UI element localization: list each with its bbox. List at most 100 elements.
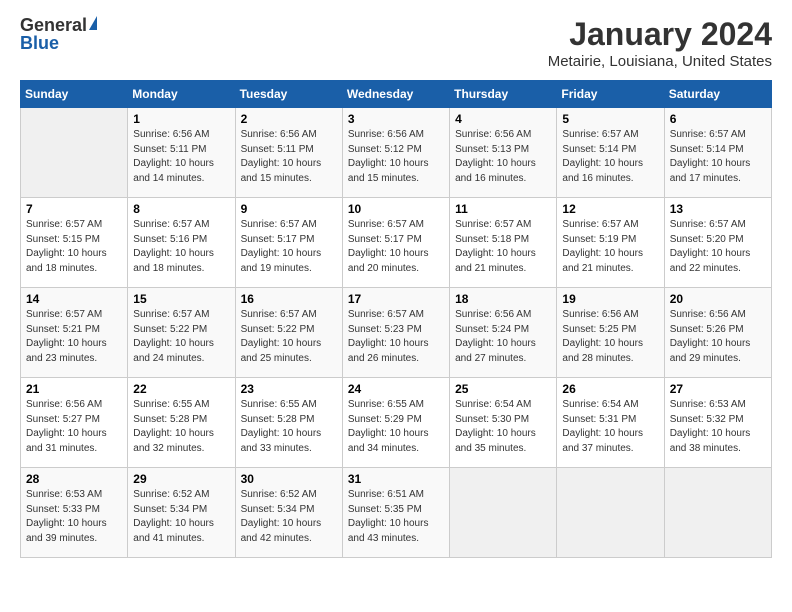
calendar-cell: 8Sunrise: 6:57 AM Sunset: 5:16 PM Daylig… bbox=[128, 198, 235, 288]
page-header: General Blue January 2024 Metairie, Loui… bbox=[20, 16, 772, 70]
day-info: Sunrise: 6:51 AM Sunset: 5:35 PM Dayligh… bbox=[348, 488, 444, 546]
day-number: 18 bbox=[455, 292, 551, 306]
day-info: Sunrise: 6:57 AM Sunset: 5:14 PM Dayligh… bbox=[670, 128, 766, 186]
calendar-cell: 22 Sunrise: 6:55 AM Sunset: 5:28 PM Dayli… bbox=[128, 378, 235, 468]
day-info: Sunrise: 6:57 AM Sunset: 5:16 PM Dayligh… bbox=[133, 218, 229, 276]
day-of-week-thursday: Thursday bbox=[450, 81, 557, 108]
calendar-cell: 7 Sunrise: 6:57 AM Sunset: 5:15 PM Daylig… bbox=[21, 198, 128, 288]
day-number: 26 bbox=[562, 382, 658, 396]
calendar-cell: 1 Sunrise: 6:56 AM Sunset: 5:11 PM Daylig… bbox=[128, 108, 235, 198]
day-number: 19 bbox=[562, 292, 658, 306]
day-number: 2 bbox=[241, 112, 337, 126]
logo-triangle-icon bbox=[89, 16, 97, 30]
day-number: 6 bbox=[670, 112, 766, 126]
day-number: 28 bbox=[26, 472, 122, 486]
calendar-cell: 9 Sunrise: 6:57 AM Sunset: 5:17 PM Daylig… bbox=[235, 198, 342, 288]
day-number: 25 bbox=[455, 382, 551, 396]
day-info: Sunrise: 6:57 AM Sunset: 5:15 PM Dayligh… bbox=[26, 218, 122, 276]
day-number: 5 bbox=[562, 112, 658, 126]
day-number: 30 bbox=[241, 472, 337, 486]
week-row-5: 28 Sunrise: 6:53 AM Sunset: 5:33 PM Dayli… bbox=[21, 468, 772, 558]
day-number: 12 bbox=[562, 202, 658, 216]
day-of-week-friday: Friday bbox=[557, 81, 664, 108]
day-number: 22 bbox=[133, 382, 229, 396]
calendar-cell: 26 Sunrise: 6:54 AM Sunset: 5:31 PM Dayli… bbox=[557, 378, 664, 468]
calendar-cell: 20Sunrise: 6:56 AM Sunset: 5:26 PM Dayli… bbox=[664, 288, 771, 378]
day-info: Sunrise: 6:57 AM Sunset: 5:14 PM Dayligh… bbox=[562, 128, 658, 186]
day-number: 13 bbox=[670, 202, 766, 216]
day-number: 10 bbox=[348, 202, 444, 216]
day-info: Sunrise: 6:54 AM Sunset: 5:31 PM Dayligh… bbox=[562, 398, 658, 456]
calendar-cell bbox=[450, 468, 557, 558]
day-number: 11 bbox=[455, 202, 551, 216]
day-number: 21 bbox=[26, 382, 122, 396]
day-number: 17 bbox=[348, 292, 444, 306]
week-row-2: 7 Sunrise: 6:57 AM Sunset: 5:15 PM Daylig… bbox=[21, 198, 772, 288]
day-info: Sunrise: 6:53 AM Sunset: 5:33 PM Dayligh… bbox=[26, 488, 122, 546]
logo-blue-text: Blue bbox=[20, 34, 59, 52]
calendar-body: 1 Sunrise: 6:56 AM Sunset: 5:11 PM Daylig… bbox=[21, 108, 772, 558]
calendar-cell bbox=[557, 468, 664, 558]
day-info: Sunrise: 6:55 AM Sunset: 5:28 PM Dayligh… bbox=[241, 398, 337, 456]
day-info: Sunrise: 6:57 AM Sunset: 5:18 PM Dayligh… bbox=[455, 218, 551, 276]
day-number: 15 bbox=[133, 292, 229, 306]
day-number: 14 bbox=[26, 292, 122, 306]
day-info: Sunrise: 6:54 AM Sunset: 5:30 PM Dayligh… bbox=[455, 398, 551, 456]
day-number: 3 bbox=[348, 112, 444, 126]
location-text: Metairie, Louisiana, United States bbox=[548, 53, 772, 70]
calendar-cell: 19 Sunrise: 6:56 AM Sunset: 5:25 PM Dayli… bbox=[557, 288, 664, 378]
calendar-header: SundayMondayTuesdayWednesdayThursdayFrid… bbox=[21, 81, 772, 108]
day-info: Sunrise: 6:55 AM Sunset: 5:29 PM Dayligh… bbox=[348, 398, 444, 456]
day-info: Sunrise: 6:56 AM Sunset: 5:24 PM Dayligh… bbox=[455, 308, 551, 366]
day-info: Sunrise: 6:52 AM Sunset: 5:34 PM Dayligh… bbox=[241, 488, 337, 546]
calendar-cell: 25 Sunrise: 6:54 AM Sunset: 5:30 PM Dayli… bbox=[450, 378, 557, 468]
calendar-cell: 13 Sunrise: 6:57 AM Sunset: 5:20 PM Dayli… bbox=[664, 198, 771, 288]
week-row-1: 1 Sunrise: 6:56 AM Sunset: 5:11 PM Daylig… bbox=[21, 108, 772, 198]
day-number: 31 bbox=[348, 472, 444, 486]
day-info: Sunrise: 6:57 AM Sunset: 5:17 PM Dayligh… bbox=[241, 218, 337, 276]
calendar-cell: 28 Sunrise: 6:53 AM Sunset: 5:33 PM Dayli… bbox=[21, 468, 128, 558]
calendar-cell: 10 Sunrise: 6:57 AM Sunset: 5:17 PM Dayli… bbox=[342, 198, 449, 288]
logo-general-text: General bbox=[20, 16, 87, 34]
calendar-cell: 14 Sunrise: 6:57 AM Sunset: 5:21 PM Dayli… bbox=[21, 288, 128, 378]
day-number: 4 bbox=[455, 112, 551, 126]
calendar-cell bbox=[664, 468, 771, 558]
calendar-cell: 15 Sunrise: 6:57 AM Sunset: 5:22 PM Dayli… bbox=[128, 288, 235, 378]
calendar-cell: 16Sunrise: 6:57 AM Sunset: 5:22 PM Dayli… bbox=[235, 288, 342, 378]
day-info: Sunrise: 6:57 AM Sunset: 5:22 PM Dayligh… bbox=[133, 308, 229, 366]
calendar-cell bbox=[21, 108, 128, 198]
calendar-cell: 11 Sunrise: 6:57 AM Sunset: 5:18 PM Dayli… bbox=[450, 198, 557, 288]
day-number: 16 bbox=[241, 292, 337, 306]
day-info: Sunrise: 6:57 AM Sunset: 5:21 PM Dayligh… bbox=[26, 308, 122, 366]
day-number: 23 bbox=[241, 382, 337, 396]
day-info: Sunrise: 6:57 AM Sunset: 5:17 PM Dayligh… bbox=[348, 218, 444, 276]
day-info: Sunrise: 6:55 AM Sunset: 5:28 PM Dayligh… bbox=[133, 398, 229, 456]
calendar-cell: 3 Sunrise: 6:56 AM Sunset: 5:12 PM Daylig… bbox=[342, 108, 449, 198]
calendar-table: SundayMondayTuesdayWednesdayThursdayFrid… bbox=[20, 80, 772, 558]
day-of-week-wednesday: Wednesday bbox=[342, 81, 449, 108]
month-title: January 2024 bbox=[548, 16, 772, 53]
calendar-cell: 17Sunrise: 6:57 AM Sunset: 5:23 PM Dayli… bbox=[342, 288, 449, 378]
day-number: 7 bbox=[26, 202, 122, 216]
week-row-4: 21Sunrise: 6:56 AM Sunset: 5:27 PM Dayli… bbox=[21, 378, 772, 468]
calendar-cell: 31 Sunrise: 6:51 AM Sunset: 5:35 PM Dayli… bbox=[342, 468, 449, 558]
calendar-cell: 4Sunrise: 6:56 AM Sunset: 5:13 PM Daylig… bbox=[450, 108, 557, 198]
day-of-week-monday: Monday bbox=[128, 81, 235, 108]
day-of-week-saturday: Saturday bbox=[664, 81, 771, 108]
calendar-cell: 29Sunrise: 6:52 AM Sunset: 5:34 PM Dayli… bbox=[128, 468, 235, 558]
day-info: Sunrise: 6:56 AM Sunset: 5:25 PM Dayligh… bbox=[562, 308, 658, 366]
day-info: Sunrise: 6:56 AM Sunset: 5:11 PM Dayligh… bbox=[241, 128, 337, 186]
day-number: 27 bbox=[670, 382, 766, 396]
day-info: Sunrise: 6:57 AM Sunset: 5:20 PM Dayligh… bbox=[670, 218, 766, 276]
day-info: Sunrise: 6:56 AM Sunset: 5:12 PM Dayligh… bbox=[348, 128, 444, 186]
day-number: 1 bbox=[133, 112, 229, 126]
day-info: Sunrise: 6:53 AM Sunset: 5:32 PM Dayligh… bbox=[670, 398, 766, 456]
day-info: Sunrise: 6:56 AM Sunset: 5:26 PM Dayligh… bbox=[670, 308, 766, 366]
day-number: 9 bbox=[241, 202, 337, 216]
day-info: Sunrise: 6:56 AM Sunset: 5:11 PM Dayligh… bbox=[133, 128, 229, 186]
day-of-week-tuesday: Tuesday bbox=[235, 81, 342, 108]
calendar-cell: 5 Sunrise: 6:57 AM Sunset: 5:14 PM Daylig… bbox=[557, 108, 664, 198]
calendar-cell: 30 Sunrise: 6:52 AM Sunset: 5:34 PM Dayli… bbox=[235, 468, 342, 558]
week-row-3: 14 Sunrise: 6:57 AM Sunset: 5:21 PM Dayli… bbox=[21, 288, 772, 378]
calendar-cell: 12Sunrise: 6:57 AM Sunset: 5:19 PM Dayli… bbox=[557, 198, 664, 288]
